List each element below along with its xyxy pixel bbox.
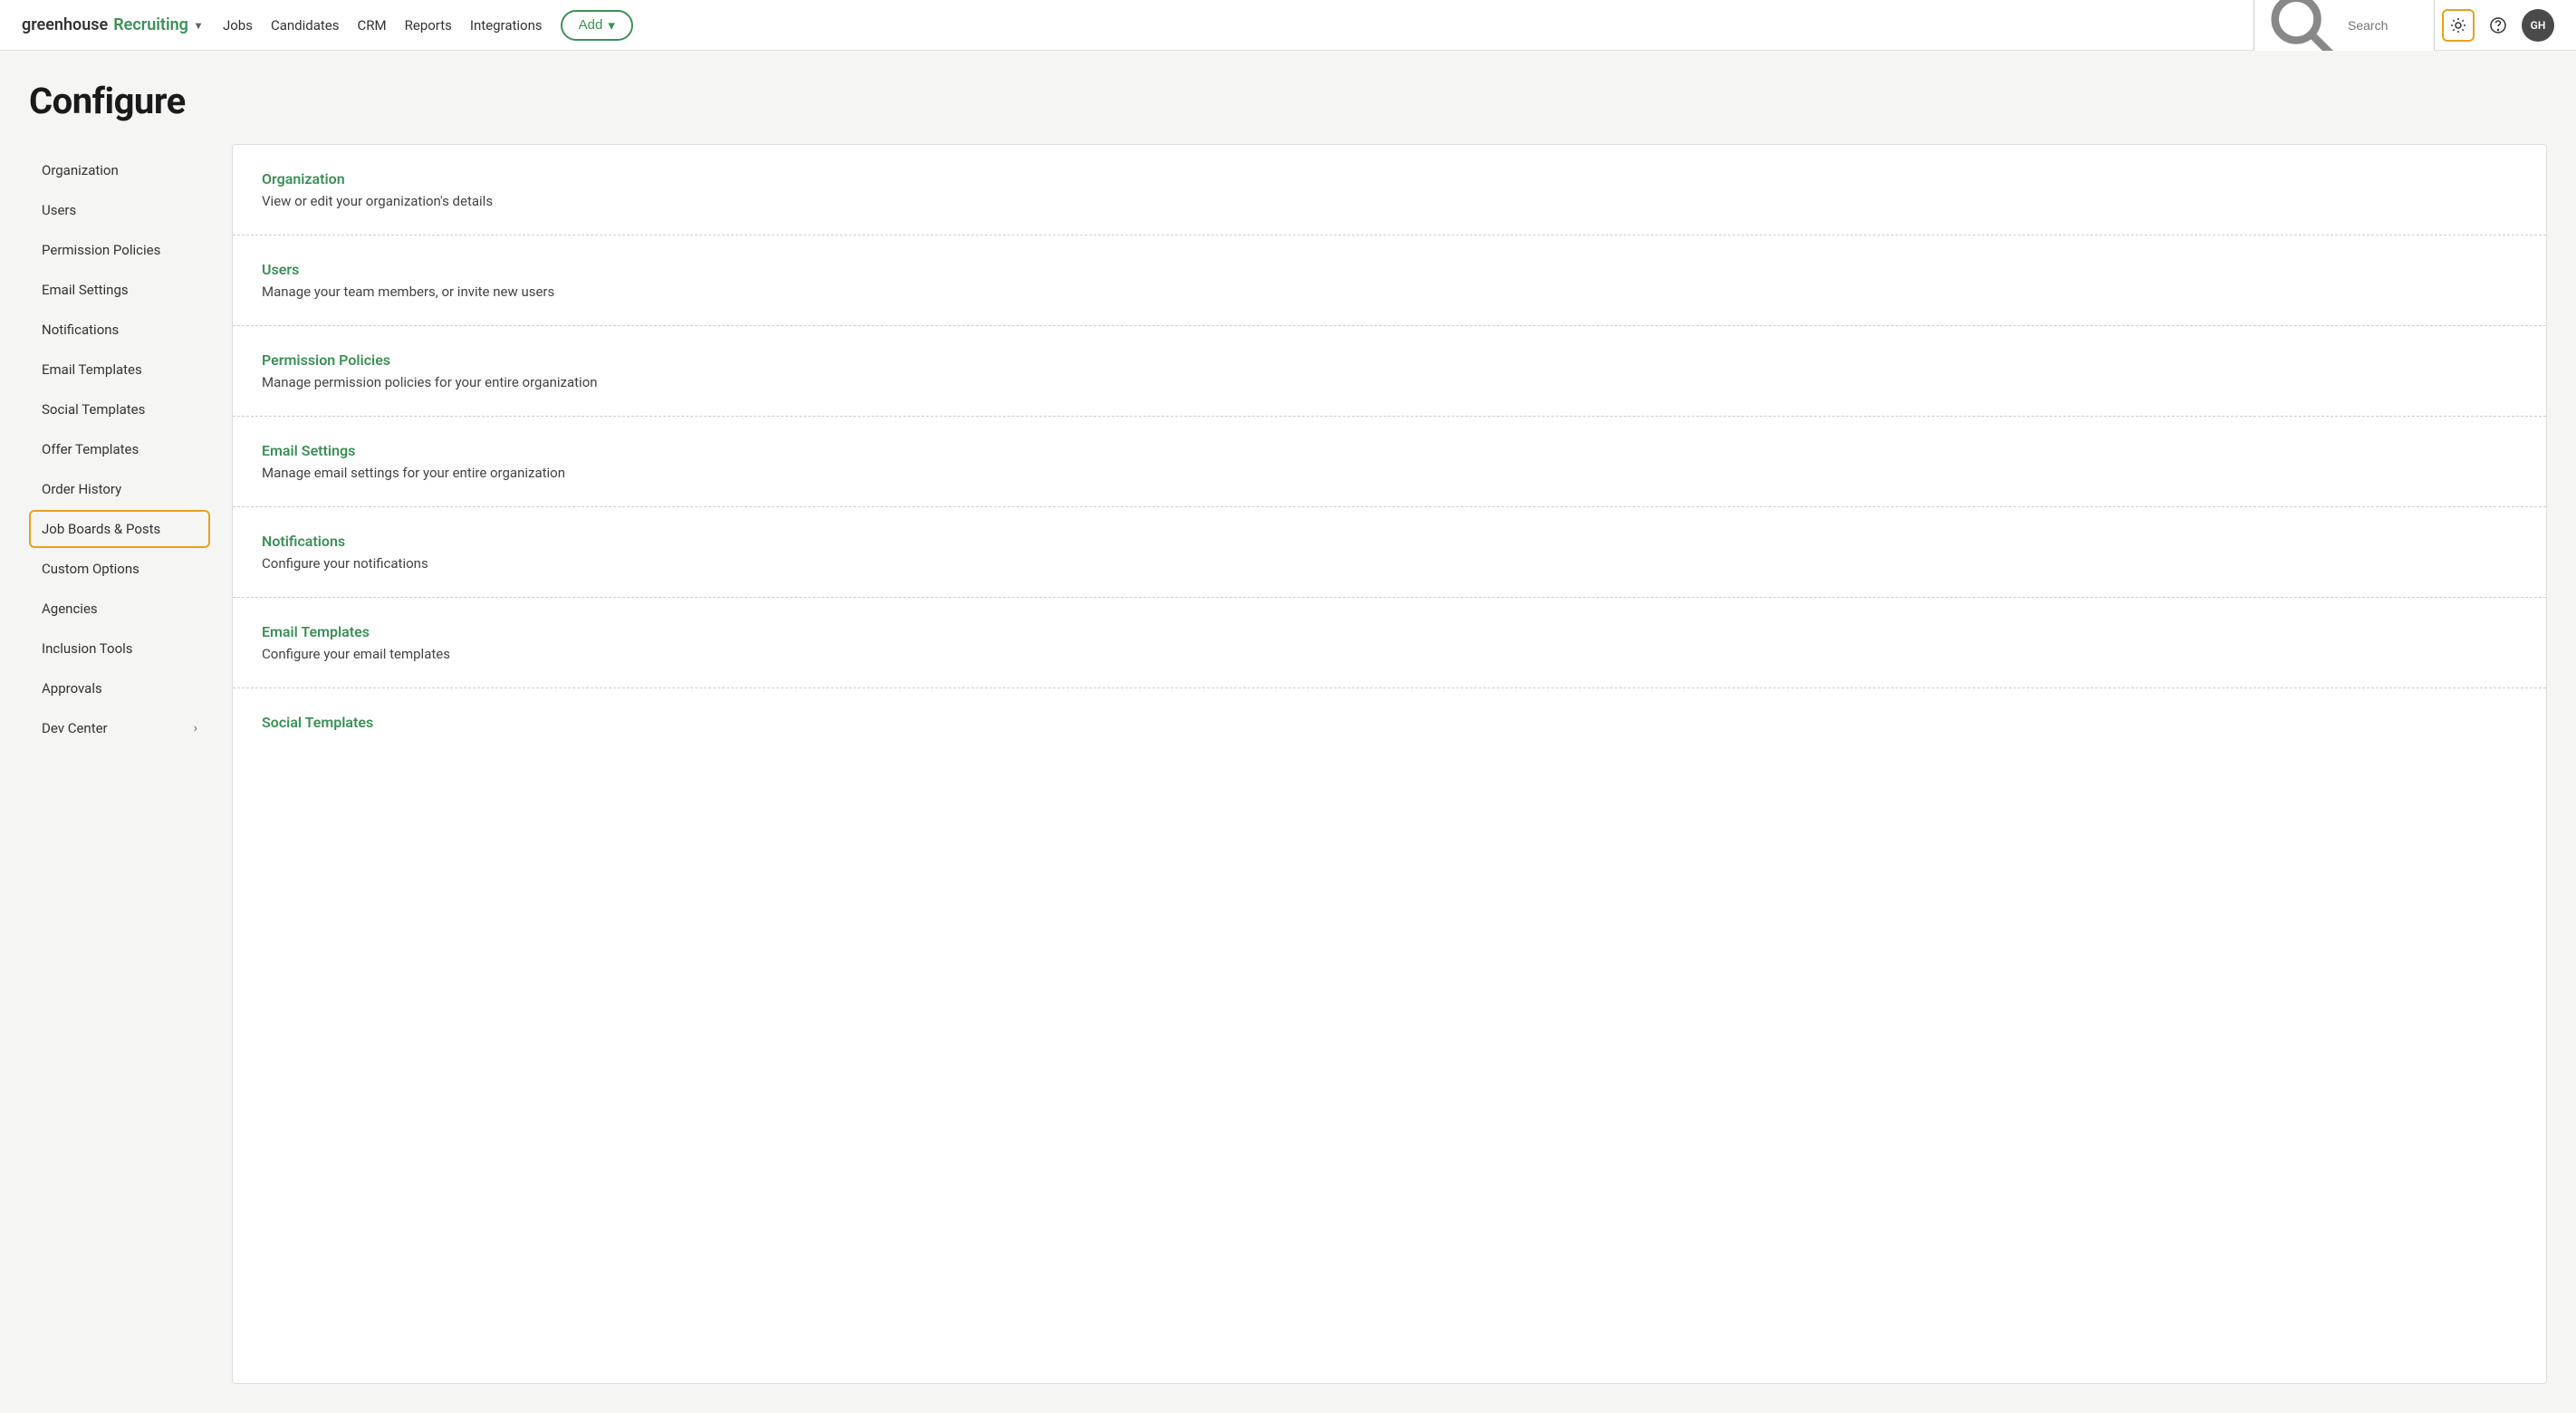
sidebar: Organization Users Permission Policies Emai…	[29, 144, 210, 1384]
sidebar-item-permission-policies[interactable]: Permission Policies	[29, 231, 210, 269]
nav-links: Jobs Candidates CRM Reports Integrations…	[223, 10, 2232, 41]
brand-logo[interactable]: greenhouse Recruiting ▾	[22, 15, 201, 34]
content-section-social-templates: Social Templates	[233, 688, 2546, 762]
sidebar-item-label: Notifications	[42, 322, 119, 338]
content-section-email-templates: Email Templates Configure your email temp…	[233, 598, 2546, 688]
section-title[interactable]: Email Settings	[262, 442, 2517, 459]
section-title[interactable]: Social Templates	[262, 714, 2517, 731]
sidebar-item-label: Email Templates	[42, 361, 142, 378]
sidebar-item-users[interactable]: Users	[29, 191, 210, 229]
brand-name-highlight: Recruiting	[113, 15, 188, 34]
sidebar-item-label: Users	[42, 202, 76, 218]
sidebar-item-approvals[interactable]: Approvals	[29, 669, 210, 707]
sidebar-item-order-history[interactable]: Order History	[29, 470, 210, 508]
nav-crm[interactable]: CRM	[358, 17, 387, 34]
sidebar-item-custom-options[interactable]: Custom Options	[29, 550, 210, 588]
section-title[interactable]: Notifications	[262, 533, 2517, 550]
section-title[interactable]: Permission Policies	[262, 351, 2517, 369]
section-title[interactable]: Email Templates	[262, 623, 2517, 640]
sidebar-item-agencies[interactable]: Agencies	[29, 590, 210, 628]
nav-reports[interactable]: Reports	[405, 17, 452, 34]
sidebar-item-notifications[interactable]: Notifications	[29, 311, 210, 349]
section-description: View or edit your organization's details	[262, 193, 2517, 209]
content-wrapper: Organization Users Permission Policies Emai…	[0, 144, 2576, 1413]
sidebar-item-job-boards--posts[interactable]: Job Boards & Posts	[29, 510, 210, 548]
section-title[interactable]: Users	[262, 261, 2517, 278]
main-content: Organization View or edit your organizati…	[232, 144, 2547, 1384]
content-section-organization: Organization View or edit your organizati…	[233, 145, 2546, 236]
content-section-notifications: Notifications Configure your notification…	[233, 507, 2546, 598]
section-title[interactable]: Organization	[262, 170, 2517, 187]
sidebar-item-email-templates[interactable]: Email Templates	[29, 351, 210, 389]
section-description: Manage email settings for your entire or…	[262, 465, 2517, 481]
sidebar-item-label: Permission Policies	[42, 242, 160, 258]
brand-chevron: ▾	[196, 19, 201, 32]
sidebar-item-label: Job Boards & Posts	[42, 521, 160, 537]
avatar[interactable]: GH	[2522, 9, 2554, 42]
add-button[interactable]: Add ▾	[561, 10, 633, 41]
section-description: Configure your email templates	[262, 646, 2517, 662]
sidebar-item-label: Agencies	[42, 601, 98, 617]
section-description: Manage permission policies for your enti…	[262, 374, 2517, 390]
navbar: greenhouse Recruiting ▾ Jobs Candidates …	[0, 0, 2576, 51]
sidebar-item-label: Social Templates	[42, 401, 145, 418]
page-container: Configure Organization Users Permission Po…	[0, 51, 2576, 1413]
sidebar-item-label: Dev Center	[42, 720, 108, 736]
search-input[interactable]	[2348, 18, 2425, 33]
section-description: Manage your team members, or invite new …	[262, 284, 2517, 300]
nav-jobs[interactable]: Jobs	[223, 17, 253, 34]
content-section-email-settings: Email Settings Manage email settings for …	[233, 417, 2546, 507]
sidebar-item-offer-templates[interactable]: Offer Templates	[29, 430, 210, 468]
content-section-permission-policies: Permission Policies Manage permission pol…	[233, 326, 2546, 417]
sidebar-item-email-settings[interactable]: Email Settings	[29, 271, 210, 309]
section-description: Configure your notifications	[262, 555, 2517, 572]
sidebar-item-inclusion-tools[interactable]: Inclusion Tools	[29, 630, 210, 668]
gear-icon	[2449, 16, 2467, 34]
page-header: Configure	[0, 51, 2576, 144]
sidebar-item-label: Order History	[42, 481, 121, 497]
sidebar-item-label: Email Settings	[42, 282, 129, 298]
sidebar-item-label: Inclusion Tools	[42, 640, 133, 657]
sidebar-item-label: Organization	[42, 162, 119, 178]
nav-integrations[interactable]: Integrations	[470, 17, 543, 34]
sidebar-item-label: Approvals	[42, 680, 102, 697]
help-icon	[2489, 16, 2507, 34]
brand-name-prefix: greenhouse	[22, 15, 108, 34]
help-button[interactable]	[2482, 9, 2514, 42]
page-title: Configure	[29, 80, 2547, 122]
gear-button[interactable]	[2442, 9, 2475, 42]
chevron-right-icon: ›	[194, 721, 197, 735]
sidebar-item-label: Offer Templates	[42, 441, 139, 457]
nav-candidates[interactable]: Candidates	[271, 17, 340, 34]
sidebar-item-label: Custom Options	[42, 561, 139, 577]
sidebar-item-social-templates[interactable]: Social Templates	[29, 390, 210, 428]
sidebar-item-organization[interactable]: Organization	[29, 151, 210, 189]
content-section-users: Users Manage your team members, or invite…	[233, 236, 2546, 326]
sidebar-item-dev-center[interactable]: Dev Center ›	[29, 709, 210, 747]
